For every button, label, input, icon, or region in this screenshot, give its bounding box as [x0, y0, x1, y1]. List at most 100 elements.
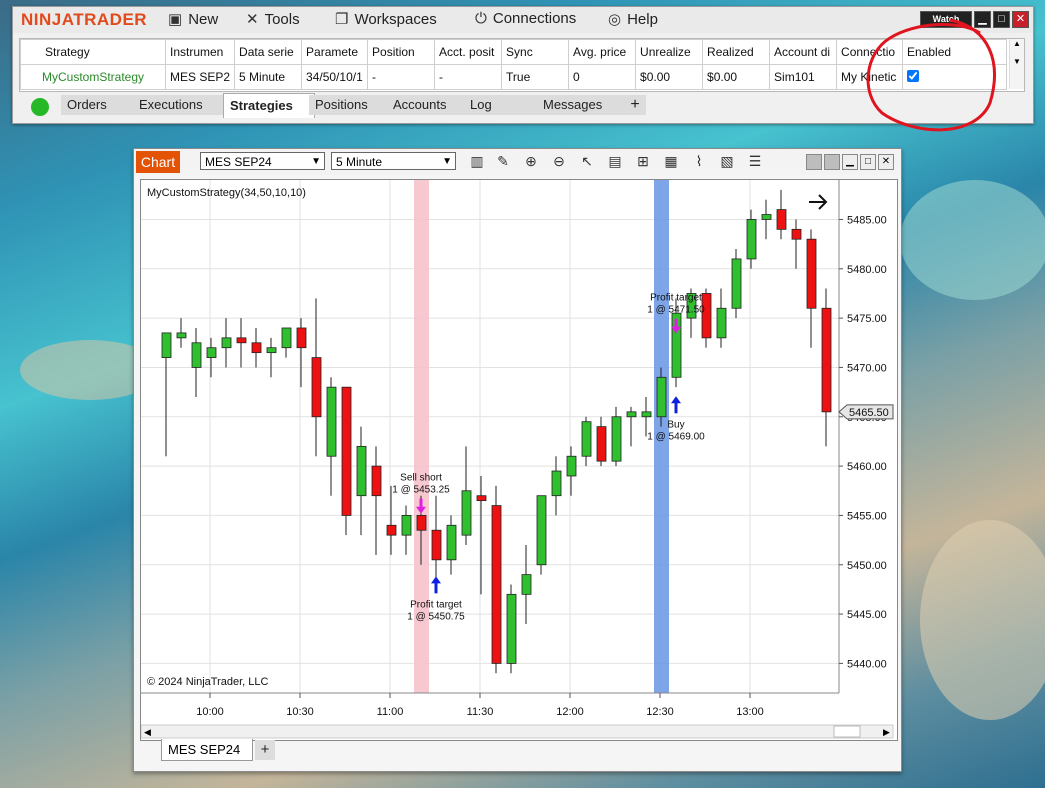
- menu-help[interactable]: ◎ Help: [608, 10, 658, 29]
- y-tick-label: 5440.00: [847, 658, 887, 670]
- column-header[interactable]: Instrumen: [164, 39, 236, 65]
- close-button[interactable]: ✕: [878, 154, 894, 170]
- trade-detail: 1 @ 5469.00: [647, 431, 705, 442]
- column-header[interactable]: Unrealize: [635, 39, 704, 65]
- pointer-icon[interactable]: ↖: [578, 153, 596, 170]
- indicators-icon[interactable]: ▦: [662, 153, 680, 170]
- tab-orders[interactable]: Orders: [61, 95, 137, 115]
- zoom-in-icon[interactable]: ⊕: [522, 153, 540, 170]
- candle: [806, 238, 817, 309]
- candle: [296, 327, 307, 349]
- table-cell: -: [434, 64, 503, 90]
- candle: [236, 337, 247, 344]
- table-cell: $0.00: [702, 64, 771, 90]
- candle: [821, 307, 832, 413]
- candle: [626, 411, 637, 418]
- candle: [266, 347, 277, 354]
- menu-new[interactable]: ▣ New: [168, 10, 218, 29]
- column-header[interactable]: Data serie: [234, 39, 303, 65]
- zoom-out-icon[interactable]: ⊖: [550, 153, 568, 170]
- candle: [371, 465, 382, 497]
- candle: [506, 593, 517, 664]
- candle: [176, 332, 187, 339]
- table-cell: 5 Minute: [234, 64, 303, 90]
- instrument-selector[interactable]: MES SEP24 ▼: [200, 152, 325, 170]
- menu-workspaces[interactable]: ❐ Workspaces: [335, 10, 437, 29]
- add-tab-button[interactable]: +: [624, 95, 647, 115]
- y-tick-label: 5470.00: [847, 362, 887, 374]
- tab-executions[interactable]: Executions: [133, 95, 224, 115]
- tab-log[interactable]: Log: [464, 95, 541, 115]
- plug-icon: ⏻: [475, 10, 487, 27]
- table-cell: MyCustomStrategy: [20, 64, 166, 90]
- table-row[interactable]: MyCustomStrategy MES SEP2 5 Minute 34/50/10…: [20, 64, 1008, 90]
- tab-positions[interactable]: Positions: [309, 95, 390, 115]
- x-tick-label: 11:30: [467, 706, 494, 718]
- tools-icon: ✕: [246, 11, 259, 28]
- column-header[interactable]: Acct. posit: [434, 39, 503, 65]
- tab-strategies[interactable]: Strategies: [223, 93, 315, 118]
- menu-tools[interactable]: ✕ Tools: [246, 10, 300, 29]
- data-box-icon[interactable]: ▤: [606, 153, 624, 170]
- maximize-button[interactable]: □: [860, 154, 876, 170]
- column-header[interactable]: Realized: [702, 39, 771, 65]
- price-marker-label: 5465.50: [849, 407, 889, 419]
- chevron-down-icon: ▼: [311, 156, 321, 167]
- x-tick-label: 10:30: [286, 706, 314, 718]
- chart-trader-icon[interactable]: ⊞: [634, 153, 652, 170]
- table-cell: -: [367, 64, 436, 90]
- candle: [746, 219, 757, 260]
- candle: [386, 524, 397, 536]
- candle: [431, 529, 442, 561]
- candle: [161, 332, 172, 358]
- candle: [446, 524, 457, 561]
- candlestick-chart[interactable]: Sell short1 @ 5453.25Profit target1 @ 54…: [140, 180, 897, 740]
- pencil-icon[interactable]: ✎: [494, 153, 512, 170]
- column-header[interactable]: Paramete: [301, 39, 369, 65]
- column-header[interactable]: Account di: [769, 39, 838, 65]
- column-header[interactable]: Sync: [501, 39, 570, 65]
- tab-messages[interactable]: Messages: [537, 95, 628, 115]
- y-tick-label: 5485.00: [847, 214, 887, 226]
- chart-link-button[interactable]: [824, 154, 840, 170]
- properties-list-icon[interactable]: ☰: [746, 153, 764, 170]
- table-cell: Sim101: [769, 64, 838, 90]
- candle: [191, 342, 202, 368]
- hscrollbar[interactable]: ◀ ▶: [140, 724, 894, 739]
- trade-label: Sell short: [400, 473, 442, 484]
- grid-scrollbar[interactable]: ▲ ▼: [1009, 39, 1024, 89]
- close-button[interactable]: ✕: [1012, 11, 1029, 28]
- strategies-icon[interactable]: ⌇: [690, 153, 708, 170]
- candle: [491, 505, 502, 664]
- column-header[interactable]: Strategy: [20, 39, 166, 65]
- x-tick-label: 12:00: [556, 706, 584, 718]
- y-tick-label: 5445.00: [847, 609, 887, 621]
- menu-connections[interactable]: ⏻ Connections: [475, 10, 576, 27]
- bar-type-icon[interactable]: ▥: [468, 153, 486, 170]
- table-cell: 34/50/10/1: [301, 64, 369, 90]
- minimize-button[interactable]: ▁: [842, 154, 858, 170]
- y-tick-label: 5460.00: [847, 461, 887, 473]
- chart-tab-mes[interactable]: MES SEP24: [161, 739, 253, 761]
- chart-tab-button[interactable]: [806, 154, 822, 170]
- candle: [596, 426, 607, 462]
- candle: [341, 386, 352, 516]
- candle: [656, 376, 667, 418]
- templates-icon[interactable]: ▧: [718, 153, 736, 170]
- candle: [326, 386, 337, 457]
- timeframe-selector[interactable]: 5 Minute ▼: [331, 152, 456, 170]
- trade-detail: 1 @ 5471.50: [647, 305, 705, 316]
- add-chart-tab-button[interactable]: +: [255, 740, 275, 760]
- chart-tab-bar: MES SEP24 +: [134, 739, 901, 771]
- chart-panel[interactable]: Sell short 1 @ 5453.25 Profit target 1 @ 54…: [140, 179, 898, 741]
- arrow-right-icon[interactable]: [809, 194, 828, 210]
- candle: [716, 307, 727, 339]
- candle: [461, 490, 472, 536]
- y-tick-label: 5455.00: [847, 510, 887, 522]
- tab-accounts[interactable]: Accounts: [387, 95, 468, 115]
- candle: [551, 470, 562, 497]
- candle: [791, 228, 802, 240]
- connection-status-indicator: [31, 98, 49, 116]
- column-header[interactable]: Avg. price: [568, 39, 637, 65]
- column-header[interactable]: Position: [367, 39, 436, 65]
